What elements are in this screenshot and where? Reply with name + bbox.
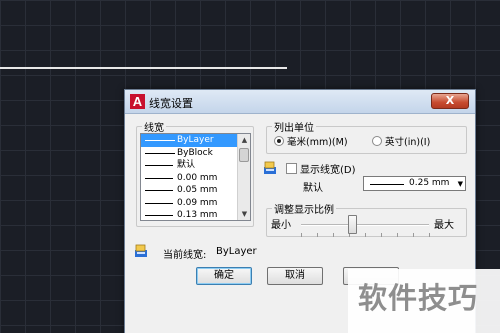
dialog-titlebar[interactable]: A 线宽设置 X (125, 90, 475, 114)
slider-tick (301, 233, 302, 237)
units-inch-label: 英寸(in)(I) (385, 137, 431, 148)
default-lineweight-dropdown[interactable]: 0.25 mm ▼ (363, 176, 466, 191)
current-lineweight-icon (135, 244, 147, 257)
lineweight-item-label: 0.00 mm (177, 172, 218, 183)
scale-max-label: 最大 (434, 220, 454, 231)
lineweight-list-item[interactable]: ByBlock (141, 147, 237, 160)
lineweight-list-item[interactable]: ByLayer (141, 134, 237, 147)
lineweight-sample (145, 202, 173, 204)
lineweight-item-label: 0.13 mm (177, 210, 218, 220)
scroll-thumb[interactable] (239, 148, 249, 162)
scale-min-label: 最小 (271, 220, 291, 231)
lineweight-item-label: 默认 (177, 160, 196, 170)
dropdown-arrow-icon: ▼ (457, 180, 463, 188)
scroll-up-icon[interactable]: ▲ (238, 134, 250, 146)
lineweight-list-item[interactable]: 0.13 mm (141, 209, 237, 220)
default-label: 默认 (303, 183, 323, 194)
lineweight-item-label: ByBlock (177, 147, 213, 158)
units-legend: 列出单位 (274, 123, 314, 134)
cad-drawing-area[interactable]: A 线宽设置 X 线宽 ByLayer ByBlock 默认 0.00 mm 0.05 … (0, 0, 500, 333)
checkbox-box (286, 163, 297, 174)
lineweight-icon (264, 161, 276, 174)
lineweight-sample (145, 190, 173, 191)
lineweight-list-item[interactable]: 0.09 mm (141, 197, 237, 210)
lineweight-list-item[interactable]: 默认 (141, 159, 237, 172)
units-mm-label: 毫米(mm)(M) (287, 137, 348, 148)
units-inch-radio[interactable]: 英寸(in)(I) (372, 134, 430, 148)
show-lineweight-label: 显示线宽(D) (300, 165, 356, 176)
slider-tick (365, 233, 366, 237)
slider-tick (397, 233, 398, 237)
cancel-button[interactable]: 取消 (267, 267, 323, 285)
lineweights-listbox[interactable]: ByLayer ByBlock 默认 0.00 mm 0.05 mm 0.09 mm 0.1… (140, 133, 251, 221)
scroll-down-icon[interactable]: ▼ (238, 208, 250, 220)
slider-tick (413, 233, 414, 237)
lineweight-list-item[interactable]: 0.00 mm (141, 172, 237, 185)
lineweight-sample (145, 152, 175, 154)
display-scale-legend: 调整显示比例 (274, 205, 334, 216)
current-lineweight-label: 当前线宽: (163, 250, 207, 261)
default-lineweight-value: 0.25 mm (409, 178, 450, 188)
lineweight-item-label: 0.09 mm (177, 197, 218, 208)
drawn-line[interactable] (0, 67, 287, 69)
listbox-scrollbar[interactable]: ▲ ▼ (237, 134, 250, 220)
watermark: 软件技巧 (348, 269, 500, 333)
units-mm-radio[interactable]: 毫米(mm)(M) (274, 134, 348, 148)
watermark-text: 软件技巧 (358, 281, 479, 315)
current-lineweight-value: ByLayer (216, 246, 257, 257)
display-scale-slider-thumb[interactable] (348, 215, 358, 234)
radio-dot (274, 136, 284, 146)
show-lineweight-checkbox[interactable]: 显示线宽(D) (286, 161, 356, 176)
slider-tick (381, 233, 382, 237)
lineweight-item-label: ByLayer (177, 135, 214, 145)
autocad-app-icon: A (130, 94, 145, 109)
slider-tick (333, 233, 334, 237)
lineweight-sample (370, 184, 404, 185)
radio-dot (372, 136, 382, 146)
lineweight-sample (145, 177, 173, 179)
slider-tick (317, 233, 318, 237)
dialog-title: 线宽设置 (149, 97, 193, 110)
ok-button[interactable]: 确定 (196, 267, 252, 285)
lineweight-sample (145, 215, 173, 216)
lineweights-legend: 线宽 (144, 123, 164, 134)
display-scale-slider[interactable] (301, 224, 429, 226)
lineweight-sample (145, 165, 173, 166)
lineweight-item-label: 0.05 mm (177, 185, 218, 195)
slider-tick (429, 233, 430, 237)
close-button[interactable]: X (431, 93, 469, 109)
lineweight-sample (145, 140, 175, 141)
lineweight-list-item[interactable]: 0.05 mm (141, 184, 237, 197)
